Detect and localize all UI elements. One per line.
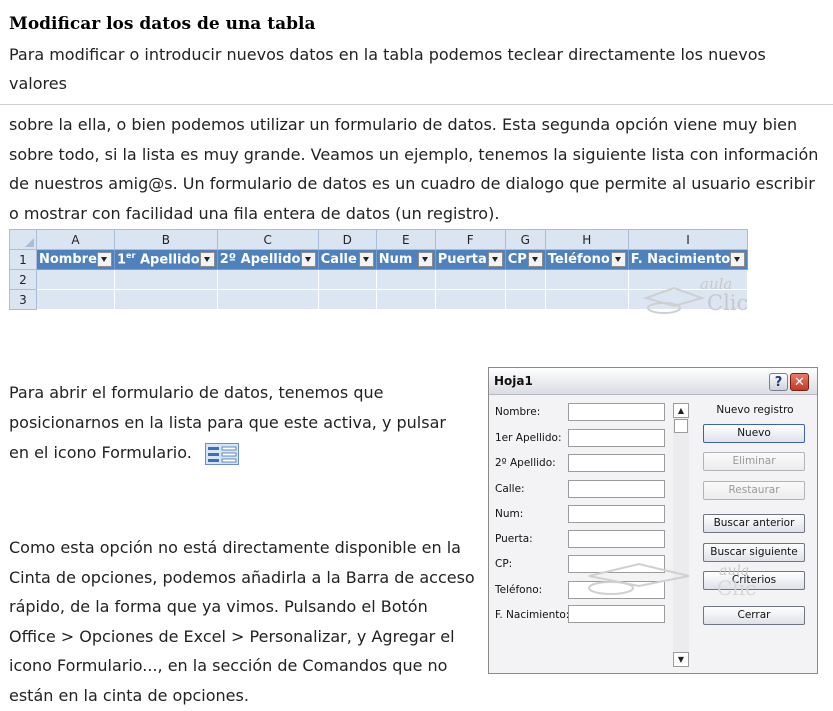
field-label: 2º Apellido: <box>495 457 556 469</box>
close-icon[interactable]: ✕ <box>790 373 809 391</box>
intro-paragraph: Para modificar o introducir nuevos datos… <box>9 45 766 93</box>
record-scrollbar[interactable]: ▲ ▼ <box>673 403 689 667</box>
restaurar-button[interactable]: Restaurar <box>703 481 805 500</box>
field-label: Calle: <box>495 483 525 495</box>
divider <box>0 104 833 105</box>
filter-dropdown-icon[interactable] <box>730 252 746 267</box>
table-header-cell: Calle <box>317 249 377 270</box>
filter-dropdown-icon[interactable] <box>97 252 112 267</box>
cerrar-button[interactable]: Cerrar <box>703 606 805 625</box>
column-header: F <box>434 229 506 250</box>
scroll-down-icon[interactable]: ▼ <box>673 652 689 667</box>
row-header: 3 <box>9 289 37 310</box>
record-status: Nuevo registro <box>716 404 794 416</box>
open-form-paragraph: Para abrir el formulario de datos, tenem… <box>9 378 469 468</box>
column-header: B <box>114 229 218 250</box>
table-cell[interactable] <box>317 289 377 310</box>
table-header-cell: Num <box>375 249 436 270</box>
table-cell[interactable] <box>504 269 546 290</box>
eliminar-button[interactable]: Eliminar <box>703 452 805 471</box>
filter-dropdown-icon[interactable] <box>199 251 215 267</box>
form-icon[interactable] <box>204 442 239 465</box>
column-header: D <box>317 229 377 250</box>
apellido2-field[interactable] <box>568 454 665 472</box>
table-header-cell: Puerta <box>434 249 506 270</box>
column-header: H <box>544 229 629 250</box>
column-header: G <box>504 229 546 250</box>
table-cell[interactable] <box>216 289 319 310</box>
filter-dropdown-icon[interactable] <box>300 252 316 267</box>
nombre-field[interactable] <box>568 403 665 421</box>
filter-dropdown-icon[interactable] <box>527 252 543 267</box>
table-cell[interactable] <box>216 269 319 290</box>
table-header-cell: 2º Apellido <box>216 249 319 270</box>
dialog-titlebar: Hoja1 ? ✕ <box>489 368 817 395</box>
table-cell[interactable] <box>375 269 436 290</box>
table-cell[interactable] <box>544 289 629 310</box>
field-label: Teléfono: <box>495 584 543 596</box>
table-cell[interactable] <box>36 269 115 290</box>
explanation-paragraph: sobre la ella, o bien podemos utilizar u… <box>9 115 819 223</box>
help-icon[interactable]: ? <box>769 373 788 391</box>
buscar-siguiente-button[interactable]: Buscar siguiente <box>703 543 805 562</box>
num-field[interactable] <box>568 505 665 523</box>
calle-field[interactable] <box>568 480 665 498</box>
spreadsheet-table: A B C D E F G H I 1 Nombre 1er Apellido … <box>9 229 749 310</box>
field-label: Num: <box>495 508 524 520</box>
row-header: 1 <box>9 249 37 270</box>
field-label: CP: <box>495 558 513 570</box>
filter-dropdown-icon[interactable] <box>358 252 374 267</box>
table-header-cell: Nombre <box>36 249 115 270</box>
watermark-text: Clic <box>717 576 757 600</box>
table-cell[interactable] <box>375 289 436 310</box>
table-cell[interactable] <box>434 289 506 310</box>
scroll-thumb[interactable] <box>674 419 688 433</box>
mortarboard-watermark-icon <box>642 286 704 314</box>
toolbar-instructions-paragraph: Como esta opción no está directamente di… <box>9 538 475 705</box>
table-cell[interactable] <box>36 289 115 310</box>
table-header-cell: CP <box>504 249 546 270</box>
field-label: Puerta: <box>495 533 533 545</box>
field-label: Nombre: <box>495 406 541 418</box>
table-cell[interactable] <box>434 269 506 290</box>
filter-dropdown-icon[interactable] <box>487 252 503 267</box>
field-label: 1er Apellido: <box>495 432 562 444</box>
page-title: Modificar los datos de una tabla <box>9 14 316 34</box>
mortarboard-watermark-icon <box>588 562 690 595</box>
nuevo-button[interactable]: Nuevo <box>703 424 805 443</box>
dialog-title: Hoja1 <box>494 374 533 388</box>
watermark-text: Clic <box>707 291 749 315</box>
puerta-field[interactable] <box>568 530 665 548</box>
column-header: E <box>375 229 436 250</box>
scroll-up-icon[interactable]: ▲ <box>673 403 689 418</box>
buscar-anterior-button[interactable]: Buscar anterior <box>703 514 805 533</box>
filter-dropdown-icon[interactable] <box>417 252 433 267</box>
column-header: C <box>216 229 319 250</box>
table-cell[interactable] <box>317 269 377 290</box>
apellido1-field[interactable] <box>568 429 665 447</box>
table-header-cell: Teléfono <box>544 249 629 270</box>
table-cell[interactable] <box>114 269 218 290</box>
filter-dropdown-icon[interactable] <box>610 252 626 267</box>
column-header: A <box>36 229 115 250</box>
column-header: I <box>627 229 749 250</box>
table-header-cell: F. Nacimiento <box>627 249 749 270</box>
table-cell[interactable] <box>544 269 629 290</box>
select-all-corner <box>9 229 37 250</box>
table-header-cell: 1er Apellido <box>114 249 218 270</box>
row-header: 2 <box>9 269 37 290</box>
field-label: F. Nacimiento: <box>495 609 570 621</box>
data-form-dialog: Hoja1 ? ✕ Nombre: 1er Apellido: 2º Apell… <box>488 367 818 674</box>
table-cell[interactable] <box>114 289 218 310</box>
table-cell[interactable] <box>504 289 546 310</box>
nacimiento-field[interactable] <box>568 605 665 623</box>
